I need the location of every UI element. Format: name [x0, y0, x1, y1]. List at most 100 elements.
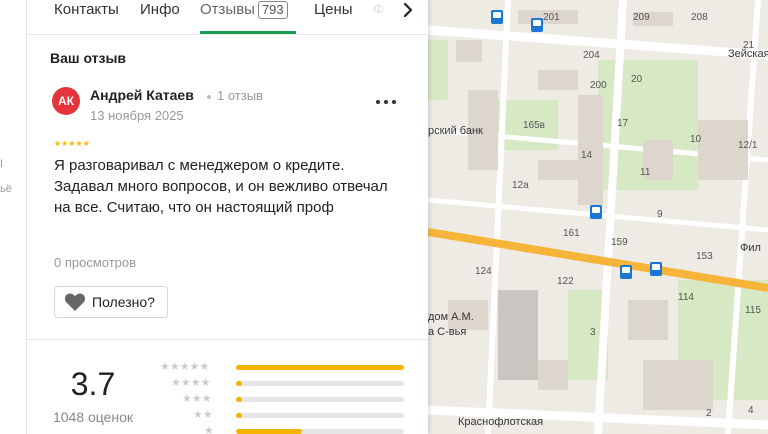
review-stars: ★★★★★ [54, 139, 90, 148]
house-number: 12/1 [738, 140, 758, 151]
rating-bar-fill [236, 381, 242, 386]
house-number: 201 [543, 12, 560, 23]
avatar[interactable]: АК [52, 87, 80, 115]
bus-stop-icon[interactable] [531, 18, 543, 32]
tabs-next-button[interactable] [393, 0, 423, 20]
org-card-panel: Контакты Инфо Отзывы793 Цены Ф Ваш отзыв… [27, 0, 428, 434]
rating-bar-track [236, 397, 404, 402]
house-number: 2 [706, 408, 712, 419]
rating-row-stars: ★★★★★ [160, 360, 209, 373]
star-icon: ★ [193, 409, 203, 421]
rating-count: 1048 оценок [52, 409, 134, 425]
house-number: 200 [590, 80, 607, 91]
author-name[interactable]: Андрей Катаев [90, 87, 194, 103]
tab-info[interactable]: Инфо [140, 0, 180, 34]
house-number: 14 [581, 150, 593, 161]
left-strip-text: I [0, 158, 4, 170]
rating-bar-track [236, 381, 404, 386]
active-tab-indicator [200, 31, 296, 34]
star-icon: ★ [160, 361, 170, 373]
review-date: 13 ноября 2025 [90, 108, 184, 123]
rating-bar-track [236, 429, 404, 434]
rating-row-stars: ★★★★ [171, 376, 211, 389]
house-number: 208 [691, 12, 708, 23]
house-number: 161 [563, 228, 580, 239]
chevron-right-icon [403, 3, 413, 17]
star-icon: ★ [191, 393, 202, 405]
place-label[interactable]: рский банк [428, 125, 483, 137]
star-icon: ★ [171, 377, 181, 389]
your-review-title: Ваш отзыв [50, 50, 127, 66]
star-icon: ★ [182, 393, 192, 405]
tab-contacts[interactable]: Контакты [54, 0, 119, 34]
house-number: 209 [633, 12, 650, 23]
street-label: Краснофлотская [458, 416, 544, 428]
left-strip-text: ьё [0, 183, 12, 195]
house-number: 114 [678, 292, 694, 303]
star-icon: ★ [169, 361, 180, 373]
separator-dot [207, 95, 211, 99]
left-strip: I ьё [0, 0, 27, 434]
house-number: 10 [690, 134, 702, 145]
star-icon: ★ [82, 139, 90, 148]
star-icon: ★ [180, 377, 191, 389]
bus-stop-icon[interactable] [620, 265, 632, 279]
rating-bar-fill [236, 365, 404, 370]
house-number: 165в [523, 120, 545, 131]
house-number: 204 [583, 50, 600, 61]
house-number: 21 [743, 40, 755, 51]
more-options-button[interactable] [374, 95, 398, 109]
reviews-count-badge: 793 [257, 1, 288, 19]
views-count: 0 просмотров [54, 255, 137, 270]
house-number: 124 [475, 266, 492, 277]
section-divider [27, 339, 428, 340]
star-icon: ★ [204, 425, 214, 434]
star-icon: ★ [75, 139, 83, 148]
helpful-button[interactable]: Полезно? [54, 286, 168, 318]
review-text: Я разговаривал с менеджером о кредите. З… [54, 157, 388, 216]
star-icon: ★ [201, 393, 212, 405]
star-icon: ★ [179, 361, 190, 373]
rating-bar-fill [236, 413, 242, 418]
tab-reviews-label: Отзывы [200, 1, 255, 18]
place-label[interactable]: дом А.М. [428, 311, 474, 323]
house-number: 153 [696, 251, 713, 262]
rating-row-stars: ★ [204, 424, 214, 434]
house-number: 9 [657, 209, 663, 220]
house-number: 11 [640, 167, 651, 178]
rating-bar-fill [236, 429, 302, 434]
house-number: 17 [617, 118, 629, 129]
heart-icon [64, 293, 86, 311]
star-icon: ★ [189, 361, 200, 373]
rating-value: 3.7 [70, 366, 116, 402]
bus-stop-icon[interactable] [491, 10, 503, 24]
rating-row-stars: ★★★ [182, 392, 212, 405]
place-label[interactable]: а С-вья [428, 326, 466, 338]
tab-prices[interactable]: Цены [314, 0, 353, 34]
rating-bar-track [236, 365, 404, 370]
house-number: 3 [590, 327, 596, 338]
house-number: 159 [611, 237, 628, 248]
more-dots-icon [376, 100, 396, 104]
bus-stop-icon[interactable] [650, 262, 662, 276]
house-number: 122 [557, 276, 574, 287]
author-review-count: 1 отзыв [217, 88, 263, 103]
star-icon: ★ [68, 139, 76, 148]
star-icon: ★ [200, 377, 211, 389]
helpful-label: Полезно? [92, 294, 155, 310]
bus-stop-icon[interactable] [590, 205, 602, 219]
star-icon: ★ [202, 409, 213, 421]
house-number: 115 [745, 305, 761, 316]
house-number: 4 [748, 405, 754, 416]
street-label: Фил [740, 242, 761, 254]
house-number: 20 [631, 74, 643, 85]
house-number: 12а [512, 180, 529, 191]
star-icon: ★ [199, 361, 210, 373]
rating-bar-fill [236, 397, 242, 402]
star-icon: ★ [190, 377, 201, 389]
rating-row-stars: ★★ [193, 408, 213, 421]
map-view[interactable]: Зейская Краснофлотская Фил рский банк до… [428, 0, 768, 434]
rating-bar-track [236, 413, 404, 418]
tab-bar: Контакты Инфо Отзывы793 Цены Ф [27, 0, 428, 35]
tab-reviews[interactable]: Отзывы 793 [200, 0, 288, 34]
